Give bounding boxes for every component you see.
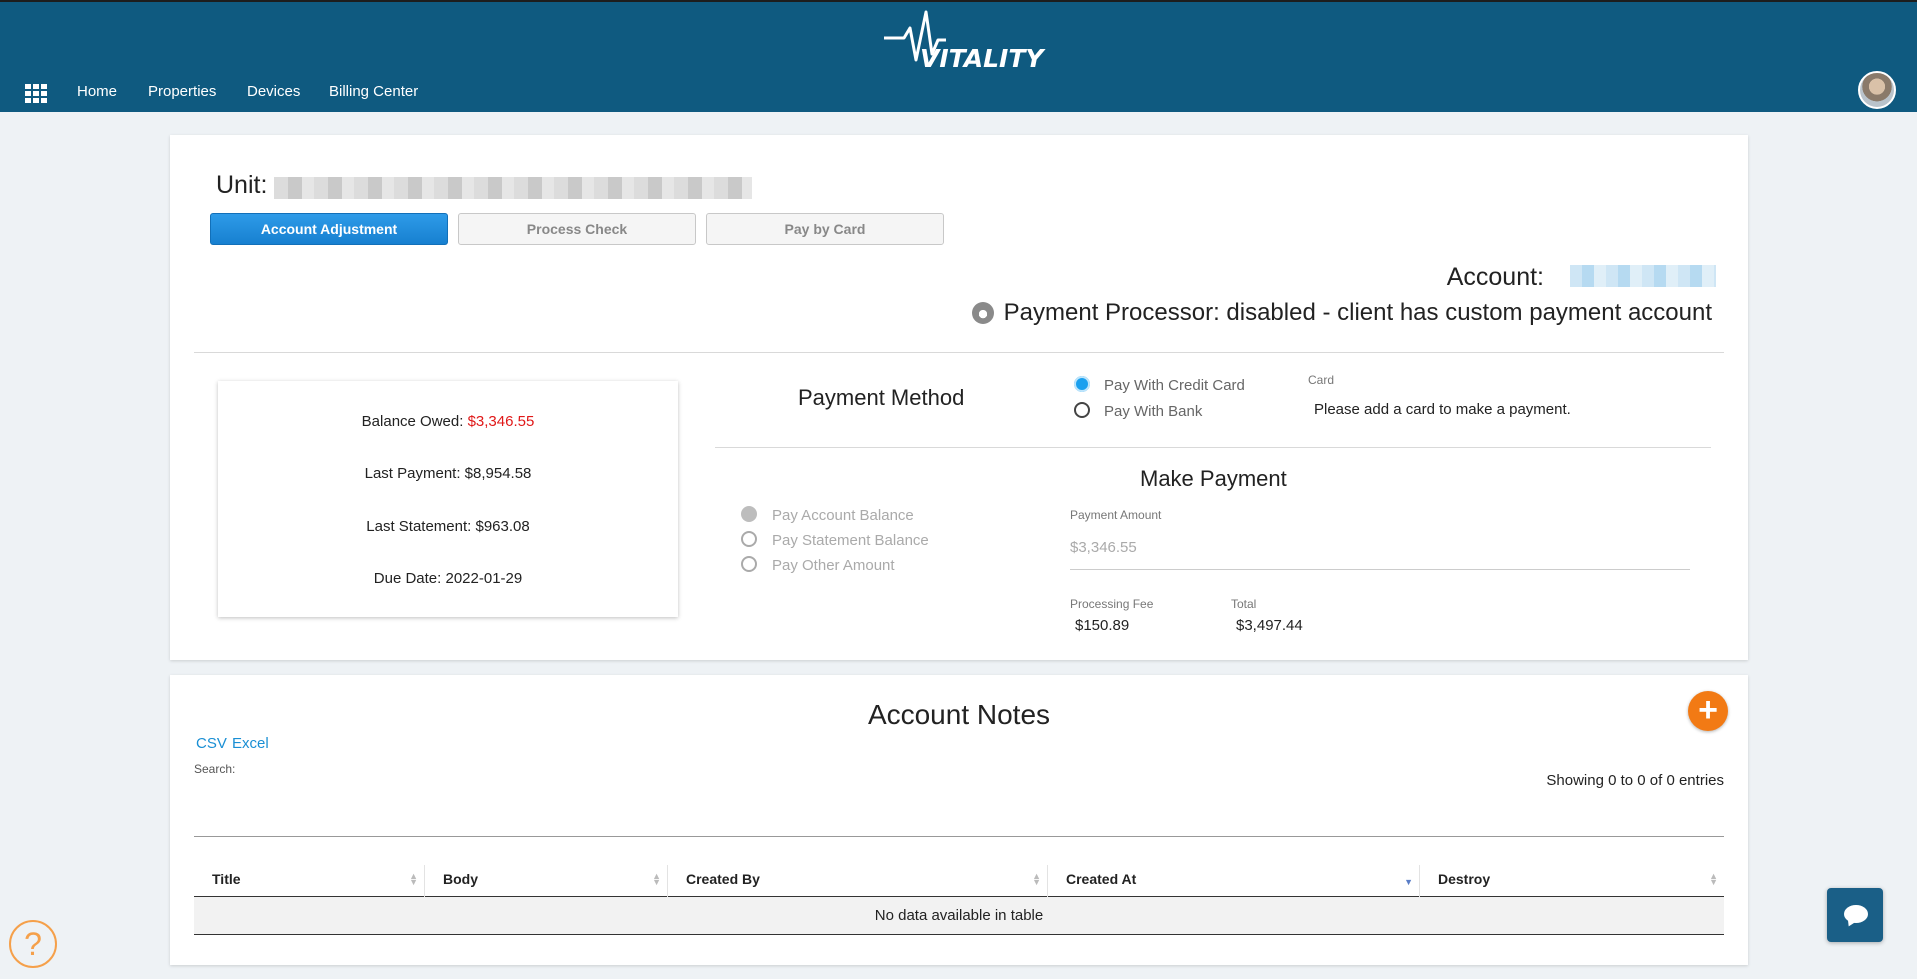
search-input[interactable]: [194, 836, 1724, 837]
export-excel-link[interactable]: Excel: [232, 735, 269, 752]
account-label: Account:: [1446, 263, 1544, 291]
radio-pay-other-amount-label[interactable]: Pay Other Amount: [772, 557, 895, 574]
nav-billing-center[interactable]: Billing Center: [329, 83, 418, 100]
column-created-at-label: Created At: [1066, 871, 1137, 887]
column-destroy-label: Destroy: [1438, 871, 1491, 887]
last-payment: Last Payment: $8,954.58: [364, 465, 532, 482]
account-number-redacted: [1570, 265, 1716, 287]
radio-pay-statement-balance-label[interactable]: Pay Statement Balance: [772, 532, 929, 549]
sort-icon: ▲ ▼: [1709, 871, 1718, 887]
unit-label: Unit:: [216, 171, 268, 199]
search-label: Search:: [194, 762, 236, 776]
processor-text: Payment Processor: disabled - client has…: [1003, 299, 1712, 326]
radio-bank-label[interactable]: Pay With Bank: [1104, 403, 1202, 420]
top-navbar: VITALITY Home Properties Devices Billing…: [0, 0, 1917, 112]
payment-processor-status: Payment Processor: disabled - client has…: [971, 299, 1712, 327]
vitality-logo[interactable]: VITALITY: [880, 10, 1044, 76]
card-message: Please add a card to make a payment.: [1314, 401, 1571, 418]
billing-card: Unit: Account Adjustment Process Check P…: [170, 135, 1748, 660]
nav-properties[interactable]: Properties: [148, 83, 216, 100]
column-title-label: Title: [212, 871, 241, 887]
balance-owed: Balance Owed: $3,346.55: [218, 413, 678, 430]
chat-button[interactable]: [1827, 888, 1883, 942]
nav-devices[interactable]: Devices: [247, 83, 300, 100]
process-check-button[interactable]: Process Check: [458, 213, 696, 245]
radio-pay-account-balance[interactable]: [741, 506, 757, 522]
entries-info: Showing 0 to 0 of 0 entries: [1546, 772, 1724, 789]
rebel-alliance-icon: [971, 302, 994, 324]
logo-text: VITALITY: [920, 44, 1044, 73]
column-destroy[interactable]: Destroy ▲ ▼: [1420, 865, 1724, 897]
column-created-at[interactable]: Created At ▼: [1048, 865, 1420, 897]
add-note-button[interactable]: +: [1688, 691, 1728, 731]
column-created-by-label: Created By: [686, 871, 760, 887]
sort-desc-icon: ▼: [1404, 877, 1413, 887]
section-divider: [194, 352, 1724, 353]
help-icon[interactable]: ?: [9, 920, 57, 968]
balance-summary: Balance Owed: $3,346.55 Last Payment: $8…: [218, 381, 678, 617]
balance-owed-value: $3,346.55: [467, 413, 535, 430]
payment-amount-label: Payment Amount: [1070, 508, 1162, 522]
sort-icon: ▲ ▼: [652, 871, 661, 887]
radio-pay-statement-balance[interactable]: [741, 531, 757, 547]
card-label: Card: [1308, 373, 1335, 387]
total-value: $3,497.44: [1236, 617, 1303, 634]
total-label: Total: [1231, 597, 1257, 611]
sort-icon: ▲ ▼: [409, 871, 418, 887]
balance-owed-label: Balance Owed:: [361, 413, 464, 430]
empty-table-row: No data available in table: [194, 897, 1724, 935]
radio-credit-card-label[interactable]: Pay With Credit Card: [1104, 377, 1245, 394]
make-payment-title: Make Payment: [1140, 466, 1287, 491]
pay-by-card-button[interactable]: Pay by Card: [706, 213, 944, 245]
processing-fee-label: Processing Fee: [1070, 597, 1154, 611]
apps-grid-icon[interactable]: [25, 84, 47, 103]
last-statement: Last Statement: $963.08: [366, 518, 530, 535]
processing-fee-value: $150.89: [1075, 617, 1130, 634]
payment-method-title: Payment Method: [798, 385, 965, 410]
sort-icon: ▲ ▼: [1032, 871, 1041, 887]
radio-bank[interactable]: [1074, 402, 1090, 418]
user-avatar[interactable]: [1858, 71, 1896, 109]
account-notes-card: Account Notes + CSV Excel Search: Showin…: [170, 675, 1748, 965]
radio-pay-other-amount[interactable]: [741, 556, 757, 572]
payment-amount-underline: [1070, 569, 1690, 570]
radio-pay-account-balance-label[interactable]: Pay Account Balance: [772, 507, 914, 524]
column-title[interactable]: Title ▲ ▼: [194, 865, 425, 897]
payment-amount-input[interactable]: $3,346.55: [1070, 539, 1137, 556]
account-adjustment-button[interactable]: Account Adjustment: [210, 213, 448, 245]
notes-table-header: Title ▲ ▼ Body ▲ ▼ Created By ▲ ▼ Created A…: [194, 865, 1724, 897]
unit-name-redacted: [274, 177, 752, 199]
account-notes-title: Account Notes: [867, 699, 1051, 730]
due-date: Due Date: 2022-01-29: [373, 570, 523, 587]
export-csv-link[interactable]: CSV: [196, 735, 227, 752]
column-body[interactable]: Body ▲ ▼: [425, 865, 668, 897]
radio-credit-card[interactable]: [1074, 376, 1090, 392]
nav-home[interactable]: Home: [77, 83, 117, 100]
payment-divider: [715, 447, 1711, 448]
column-created-by[interactable]: Created By ▲ ▼: [668, 865, 1048, 897]
column-body-label: Body: [443, 871, 478, 887]
